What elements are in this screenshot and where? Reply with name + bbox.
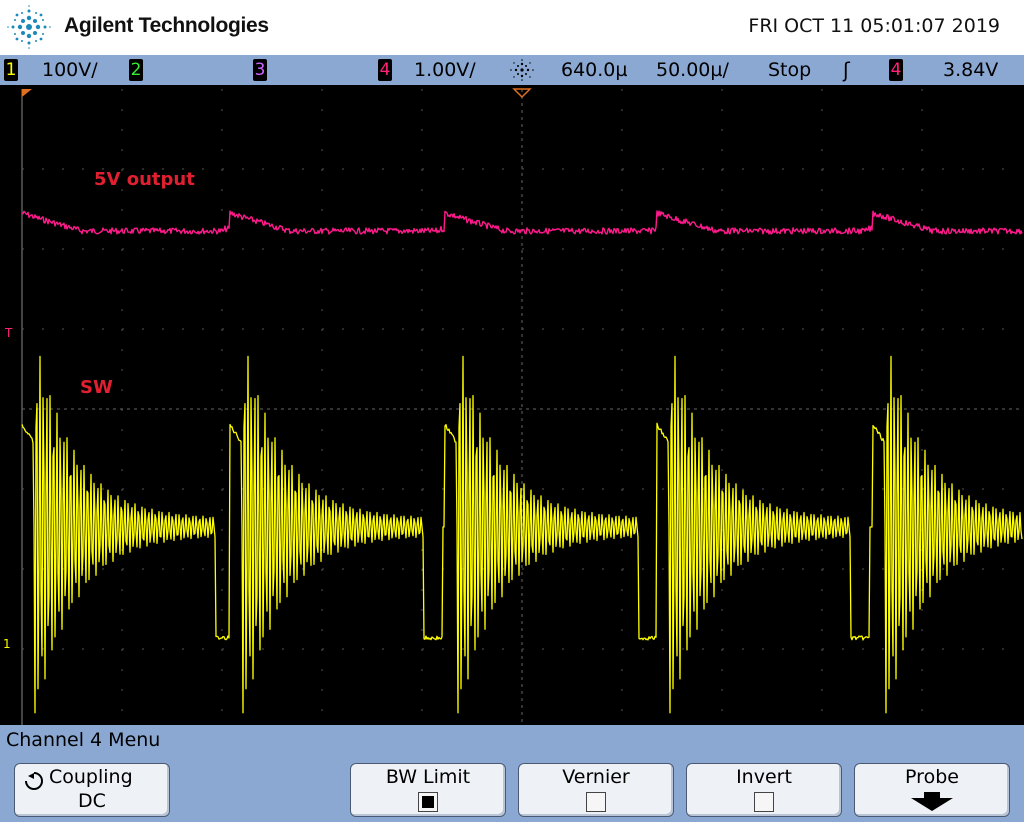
label-sw: SW — [80, 377, 113, 398]
channel-3-indicator[interactable]: 3 — [253, 59, 267, 81]
vernier-label: Vernier — [562, 766, 630, 788]
coupling-softkey[interactable]: Coupling DC — [14, 763, 170, 817]
vernier-softkey[interactable]: Vernier — [518, 763, 674, 817]
invert-label: Invert — [736, 766, 792, 788]
invert-checkbox[interactable] — [754, 792, 774, 812]
horizontal-delay[interactable]: 640.0µ — [561, 57, 627, 83]
channel-1-scale[interactable]: 100V/ — [42, 57, 98, 83]
channel-4-menu: Channel 4 Menu Coupling DC BW Limit Vern… — [0, 725, 1024, 822]
delay-icon — [510, 59, 534, 81]
invert-softkey[interactable]: Invert — [686, 763, 842, 817]
trigger-slope-icon: ʃ — [843, 58, 850, 82]
bw-limit-softkey[interactable]: BW Limit — [350, 763, 506, 817]
channel-4-scale[interactable]: 1.00V/ — [414, 57, 476, 83]
5v-output-trace — [21, 210, 1023, 235]
vernier-checkbox[interactable] — [586, 792, 606, 812]
channel-4-indicator[interactable]: 4 — [378, 59, 392, 81]
coupling-label: Coupling — [49, 766, 133, 788]
datetime-display: FRI OCT 11 05:01:07 2019 — [748, 15, 1000, 37]
probe-softkey[interactable]: Probe — [854, 763, 1010, 817]
instrument-header: Agilent Technologies FRI OCT 11 05:01:07… — [0, 0, 1024, 55]
status-bar: 1 100V/ 2 3 4 1.00V/ 640.0µ 50.00µ/ Stop… — [0, 55, 1024, 85]
bw-limit-label: BW Limit — [385, 766, 471, 788]
channel-1-indicator[interactable]: 1 — [4, 59, 18, 81]
coupling-value: DC — [78, 790, 106, 812]
rotate-knob-icon — [25, 772, 43, 790]
bw-limit-checkbox[interactable] — [418, 792, 438, 812]
label-5v-output: 5V output — [94, 169, 195, 190]
probe-label: Probe — [905, 766, 959, 788]
sw-trace — [21, 355, 1023, 714]
channel-1-ground-marker[interactable]: 1 — [3, 637, 11, 651]
submenu-arrow-down-icon — [911, 792, 953, 811]
channel-2-indicator[interactable]: 2 — [129, 59, 143, 81]
timebase-scale[interactable]: 50.00µ/ — [656, 57, 729, 83]
menu-title: Channel 4 Menu — [6, 729, 161, 751]
trigger-level-marker[interactable]: T — [5, 326, 12, 340]
waveform-display[interactable]: 5V output SW T 1 — [0, 85, 1024, 725]
agilent-spark-logo-icon — [7, 5, 51, 49]
run-state: Stop — [768, 59, 812, 81]
trigger-level[interactable]: 3.84V — [943, 57, 998, 83]
trigger-source-indicator[interactable]: 4 — [889, 59, 903, 81]
brand-name: Agilent Technologies — [64, 14, 269, 37]
